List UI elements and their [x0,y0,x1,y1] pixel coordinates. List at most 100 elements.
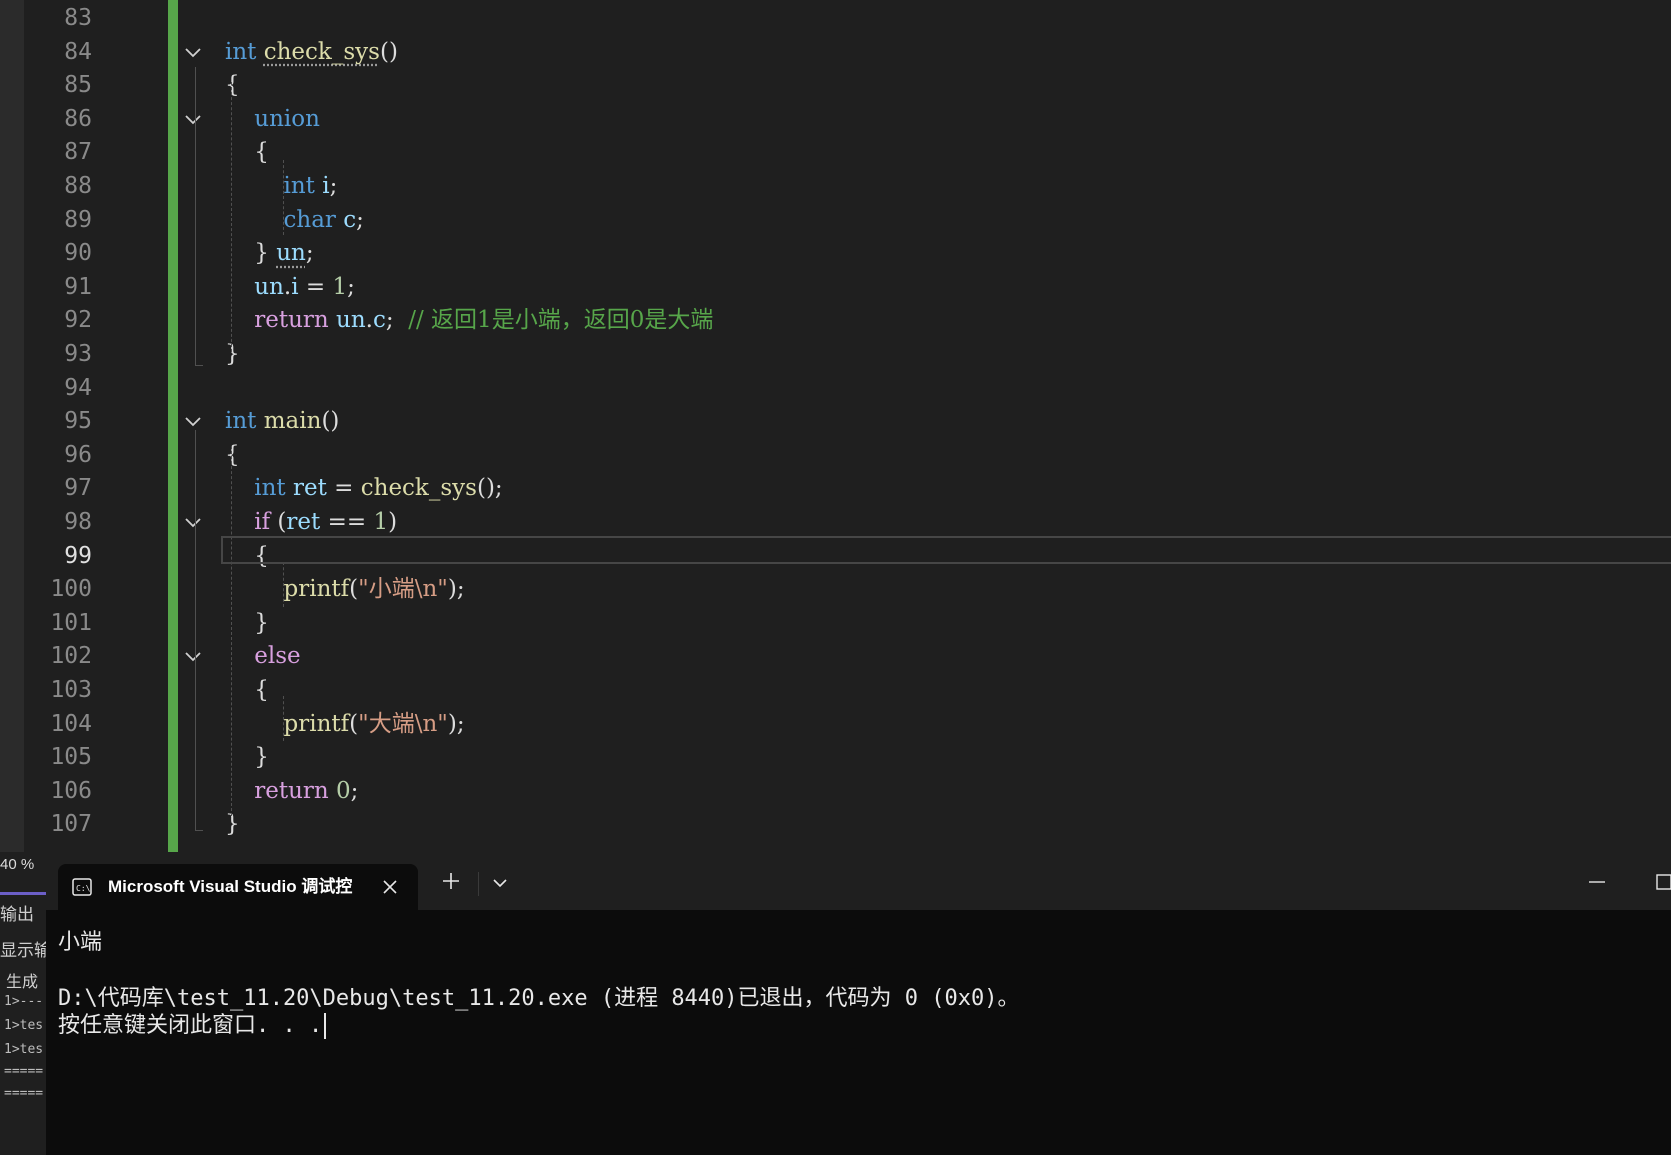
code-token: ( [270,509,287,535]
code-token: int [254,475,293,502]
code-token: main [263,408,322,435]
code-token: ; [329,173,338,199]
log-line: 1>tes [4,1042,44,1057]
code-line[interactable]: 92 return un.c; // 返回1是小端，返回0是大端 [0,304,1671,337]
code-line[interactable]: 104 printf("大端\n"); [0,708,1671,741]
indent-guide [283,696,284,741]
code-token: = [298,273,333,300]
code-token: return [254,777,337,804]
fold-guide-end [195,365,203,366]
code-token: 1 [332,273,348,300]
code-text: printf("大端\n"); [225,708,465,741]
code-line[interactable]: 94 [0,372,1671,405]
line-number: 100 [50,576,92,603]
code-line[interactable]: 103 { [0,674,1671,707]
code-line[interactable]: 95 int main() [0,405,1671,438]
console-prompt-line[interactable]: 按任意键关闭此窗口. . . [58,1007,327,1039]
chevron-down-icon[interactable] [488,872,512,894]
tab-separator [478,872,479,896]
code-token: int [283,173,323,199]
line-number: 104 [50,710,92,737]
code-line[interactable]: 96 { [0,439,1671,472]
fold-chevron-icon[interactable] [182,36,208,69]
code-line[interactable]: 84 int check_sys() [0,36,1671,69]
code-token: char [283,206,344,233]
code-token: un [254,273,284,300]
line-number: 96 [64,441,92,468]
code-line[interactable]: 87 { [0,136,1671,169]
code-line[interactable]: 86 union [0,103,1671,136]
code-text: if (ret == 1) [225,506,397,539]
code-line[interactable]: 98 if (ret == 1) [0,506,1671,539]
current-line-highlight [221,536,1671,564]
terminal-tab-bar: C:\ Microsoft Visual Studio 调试控 [46,852,1671,910]
line-number: 90 [64,240,92,267]
code-token: int [225,408,264,435]
console-prompt-text: 按任意键关闭此窗口. . . [58,1013,323,1038]
code-line[interactable]: 105 } [0,741,1671,774]
code-token: union [254,105,320,132]
code-text: int check_sys() [225,36,398,69]
code-line[interactable]: 90 } un; [0,237,1671,270]
line-number: 89 [64,206,92,233]
line-number: 105 [50,744,92,771]
code-line[interactable]: 107} [0,808,1671,841]
fold-guide [195,430,196,830]
code-text: int ret = check_sys(); [225,472,502,505]
maximize-icon[interactable] [1654,872,1671,892]
code-text: { [225,69,240,102]
line-number: 88 [64,173,92,199]
code-token: ); [447,576,465,603]
code-token: ; [305,240,314,267]
code-line[interactable]: 91 un.i = 1; [0,271,1671,304]
line-number: 87 [64,139,92,166]
terminal-tab[interactable]: C:\ Microsoft Visual Studio 调试控 [58,864,418,910]
code-token: ret [292,475,327,502]
indent-guide [283,562,284,607]
line-number: 91 [64,273,92,300]
code-line[interactable]: 89 char c; [0,204,1671,237]
code-line[interactable]: 83 [0,2,1671,35]
zoom-level[interactable]: 40 % [0,856,34,873]
code-text: return 0; [225,775,358,808]
code-line[interactable]: 100 printf("小端\n"); [0,573,1671,606]
code-line[interactable]: 93} [0,338,1671,371]
minimize-icon[interactable] [1586,874,1608,890]
code-line[interactable]: 101 } [0,607,1671,640]
line-number: 107 [50,811,92,838]
code-token: check_sys [360,475,477,502]
line-number: 103 [50,677,92,703]
line-number: 94 [64,374,92,401]
code-token: = [326,475,361,502]
code-line[interactable]: 106 return 0; [0,775,1671,808]
code-token: un [336,307,366,334]
log-line: ===== [4,1086,44,1101]
code-token: i [322,173,330,199]
code-line[interactable]: 102 else [0,640,1671,673]
code-token: } [225,811,240,838]
code-token: () [321,408,340,435]
code-token: { [225,72,240,99]
code-token: printf [283,576,350,603]
code-text: } un; [225,237,314,270]
code-token: "小端\n" [358,576,448,603]
code-line[interactable]: 85 { [0,69,1671,102]
code-token: ( [349,710,359,737]
debug-console-window[interactable]: C:\ Microsoft Visual Studio 调试控 小端 D:\代码… [46,852,1671,1155]
output-pane-title[interactable]: 输出 [0,900,34,925]
line-number: 102 [50,643,92,670]
code-token: 0 [336,777,351,804]
code-line[interactable]: 88 int i; [0,170,1671,203]
close-icon[interactable] [380,877,400,897]
line-number: 95 [64,408,92,435]
code-editor[interactable]: 83 84 int check_sys() 85{86 union 87 {88 int… [0,0,1671,852]
new-tab-plus-icon[interactable] [440,870,462,892]
code-line[interactable]: 97 int ret = check_sys(); [0,472,1671,505]
code-text: union [225,103,320,136]
